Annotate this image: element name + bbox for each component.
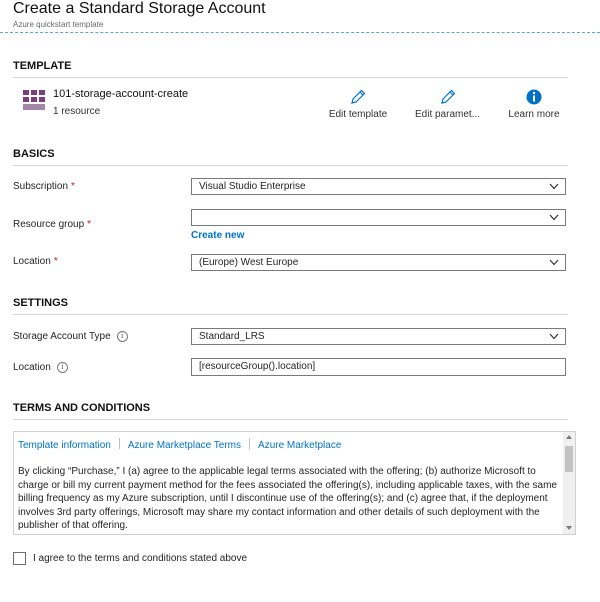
terms-panel: Template information Azure Marketplace Te… [13,431,576,535]
chevron-down-icon [549,183,559,190]
edit-template-button[interactable]: Edit template [322,88,394,120]
section-divider [13,165,568,166]
section-divider [13,314,568,315]
section-divider [13,419,568,420]
scroll-up-arrow-icon[interactable] [566,435,572,439]
settings-location-input[interactable]: [resourceGroup().location] [191,358,566,376]
info-icon[interactable]: i [116,331,128,342]
required-marker: * [71,181,75,192]
header-divider [0,32,600,33]
create-new-resource-group-link[interactable]: Create new [191,230,244,241]
resource-group-select[interactable] [191,209,566,226]
page-subtitle: Azure quickstart template [13,20,104,29]
required-marker: * [53,256,58,267]
template-resource-count: 1 resource [53,106,101,117]
chevron-down-icon [549,333,559,340]
storage-account-type-select[interactable]: Standard_LRS [191,328,566,345]
settings-location-label: Location i [13,362,68,373]
scroll-thumb[interactable] [565,446,573,472]
edit-template-label: Edit template [328,109,388,120]
required-marker: * [87,219,92,230]
template-grid-icon [22,88,46,112]
terms-tabs: Template information Azure Marketplace Te… [18,438,341,451]
edit-parameters-label: Edit paramet... [414,109,481,120]
agree-terms-label[interactable]: I agree to the terms and conditions stat… [33,553,247,564]
scroll-down-arrow-icon[interactable] [566,526,572,530]
tab-template-information[interactable]: Template information [18,440,111,451]
storage-account-type-value: Standard_LRS [199,331,265,342]
location-value: (Europe) West Europe [199,257,299,268]
location-select[interactable]: (Europe) West Europe [191,254,566,271]
pencil-icon [440,89,455,104]
location-label: Location * [13,256,58,267]
tab-azure-marketplace[interactable]: Azure Marketplace [258,440,341,451]
terms-scrollbar[interactable] [563,432,575,534]
pencil-icon [351,89,366,104]
section-title-basics: BASICS [13,148,55,160]
subscription-label: Subscription * [13,181,75,192]
tab-azure-marketplace-terms[interactable]: Azure Marketplace Terms [128,440,241,451]
subscription-value: Visual Studio Enterprise [199,181,306,192]
storage-account-type-label: Storage Account Type i [13,331,128,342]
learn-more-label: Learn more [508,109,560,120]
tab-separator [249,438,251,449]
blade-header: Create a Standard Storage Account Azure … [0,0,600,32]
section-divider [13,77,568,78]
tab-separator [118,438,120,449]
section-title-terms: TERMS AND CONDITIONS [13,402,151,414]
info-circle-icon [526,89,542,105]
chevron-down-icon [549,259,559,266]
chevron-down-icon [549,214,559,221]
page-title: Create a Standard Storage Account [13,0,266,17]
settings-location-value: [resourceGroup().location] [199,361,316,372]
subscription-select[interactable]: Visual Studio Enterprise [191,178,566,195]
template-name: 101-storage-account-create [53,88,189,100]
agree-terms-checkbox[interactable] [13,552,26,565]
section-title-settings: SETTINGS [13,297,69,309]
terms-text: By clicking “Purchase,” I (a) agree to t… [18,466,557,531]
resource-group-label: Resource group * [13,219,92,230]
edit-parameters-button[interactable]: Edit paramet... [410,88,485,120]
section-title-template: TEMPLATE [13,60,72,72]
info-icon[interactable]: i [56,362,68,373]
learn-more-button[interactable]: Learn more [502,88,566,120]
